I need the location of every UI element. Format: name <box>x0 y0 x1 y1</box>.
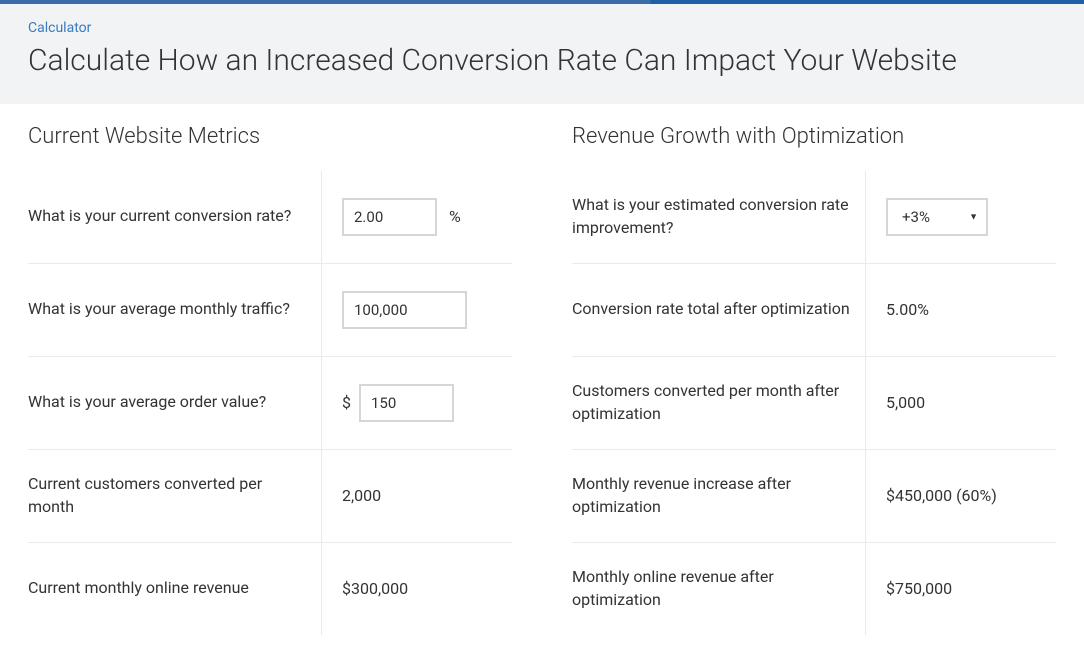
row-customers-after: Customers converted per month after opti… <box>572 357 1056 450</box>
row-monthly-traffic: What is your average monthly traffic? <box>28 264 512 357</box>
customers-after-value: 5,000 <box>886 393 925 412</box>
row-revenue-after: Monthly online revenue after optimizatio… <box>572 543 1056 635</box>
revenue-after-value: $750,000 <box>886 579 952 598</box>
row-conversion-rate: What is your current conversion rate? % <box>28 171 512 264</box>
conversion-rate-input[interactable] <box>342 198 437 236</box>
label-monthly-revenue: Current monthly online revenue <box>28 543 322 635</box>
revenue-growth-column: Revenue Growth with Optimization What is… <box>572 124 1056 635</box>
label-revenue-after: Monthly online revenue after optimizatio… <box>572 543 866 635</box>
value-cell-order-value: $ <box>322 372 512 434</box>
label-order-value: What is your average order value? <box>28 357 322 449</box>
row-revenue-increase: Monthly revenue increase after optimizat… <box>572 450 1056 543</box>
row-order-value: What is your average order value? $ <box>28 357 512 450</box>
monthly-revenue-value: $300,000 <box>342 579 408 598</box>
calculator-content: Current Website Metrics What is your cur… <box>0 104 1084 655</box>
row-total-after: Conversion rate total after optimization… <box>572 264 1056 357</box>
rate-improvement-select-wrap: +3% <box>886 198 988 236</box>
value-cell-rate-improvement: +3% <box>866 186 1056 248</box>
row-monthly-revenue: Current monthly online revenue $300,000 <box>28 543 512 635</box>
current-metrics-column: Current Website Metrics What is your cur… <box>28 124 512 635</box>
label-revenue-increase: Monthly revenue increase after optimizat… <box>572 450 866 542</box>
revenue-increase-value: $450,000 (60%) <box>886 486 997 505</box>
value-cell-total-after: 5.00% <box>866 288 1056 331</box>
monthly-traffic-input[interactable] <box>342 291 467 329</box>
label-conversion-rate: What is your current conversion rate? <box>28 171 322 263</box>
row-rate-improvement: What is your estimated conversion rate i… <box>572 171 1056 264</box>
label-rate-improvement: What is your estimated conversion rate i… <box>572 171 866 263</box>
value-cell-revenue-after: $750,000 <box>866 567 1056 610</box>
page-header: Calculator Calculate How an Increased Co… <box>0 4 1084 104</box>
value-cell-customers-after: 5,000 <box>866 381 1056 424</box>
current-metrics-heading: Current Website Metrics <box>28 124 512 149</box>
value-cell-customers-converted: 2,000 <box>322 474 512 517</box>
breadcrumb[interactable]: Calculator <box>28 20 1056 36</box>
label-monthly-traffic: What is your average monthly traffic? <box>28 264 322 356</box>
label-customers-converted: Current customers converted per month <box>28 450 322 542</box>
order-value-input[interactable] <box>359 384 454 422</box>
revenue-growth-heading: Revenue Growth with Optimization <box>572 124 1056 149</box>
rate-improvement-select[interactable]: +3% <box>886 198 988 236</box>
row-customers-converted: Current customers converted per month 2,… <box>28 450 512 543</box>
percent-suffix: % <box>449 207 461 226</box>
value-cell-monthly-traffic <box>322 279 512 341</box>
page-title: Calculate How an Increased Conversion Ra… <box>28 42 1056 80</box>
customers-converted-value: 2,000 <box>342 486 381 505</box>
label-total-after: Conversion rate total after optimization <box>572 264 866 356</box>
value-cell-monthly-revenue: $300,000 <box>322 567 512 610</box>
label-customers-after: Customers converted per month after opti… <box>572 357 866 449</box>
total-after-value: 5.00% <box>886 300 929 319</box>
value-cell-revenue-increase: $450,000 (60%) <box>866 474 1056 517</box>
dollar-prefix: $ <box>342 393 351 412</box>
value-cell-conversion-rate: % <box>322 186 512 248</box>
